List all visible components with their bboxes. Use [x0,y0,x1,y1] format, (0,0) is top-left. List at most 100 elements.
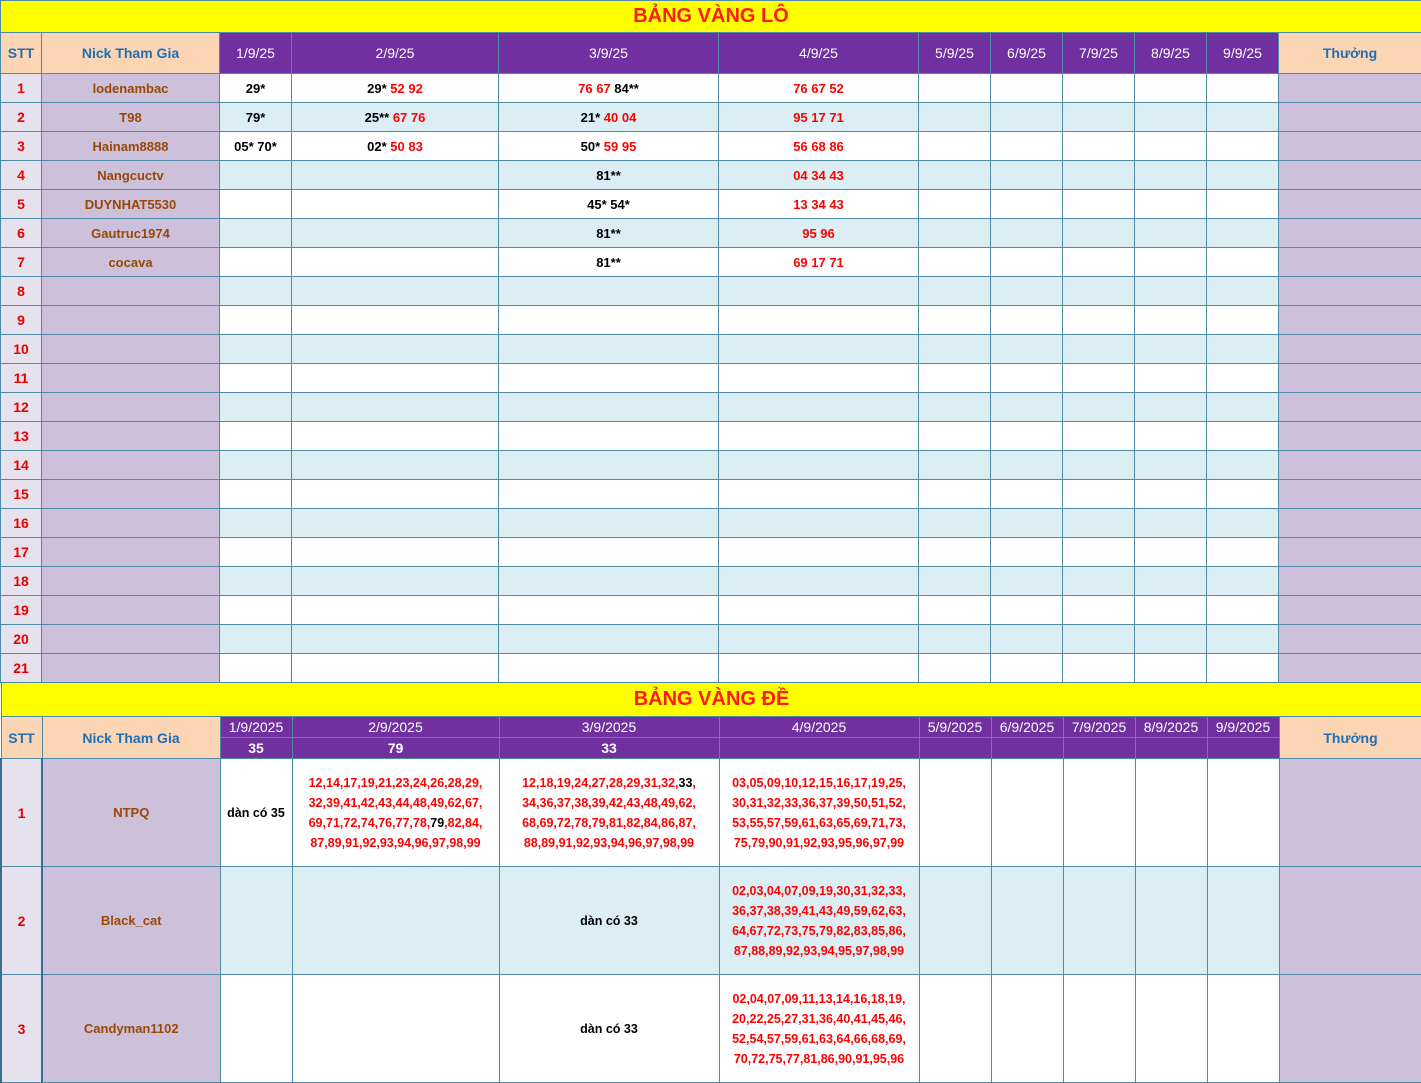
reward-cell [1278,160,1421,190]
entry-text: 68,69,72,78,79,81,82,84,86,87, [522,815,696,830]
participant-nick [41,566,220,596]
pick-cell [990,537,1063,567]
pick-cell [918,624,991,654]
reward-cell [1278,566,1421,596]
pick-cell: 25** 67 76 [291,102,499,132]
pick-cell [219,218,292,248]
pick-cell [990,276,1063,306]
result-value [918,737,992,759]
participant-nick: Nangcuctv [41,160,220,190]
entry-text: dàn có 35 [227,805,285,820]
nick-header: Nick Tham Gia [41,32,220,74]
reward-cell [1278,363,1421,393]
result-value [1134,737,1208,759]
date-header: 7/9/25 [1062,32,1135,74]
reward-cell [1278,305,1421,335]
entry-text: dàn có 33 [580,1021,638,1036]
participant-nick [41,479,220,509]
date-header: 5/9/25 [918,32,991,74]
pick-cell: 45* 54* [498,189,719,219]
date-header: 4/9/2025 [718,716,920,738]
pick-cell [918,974,992,1083]
row-number: 17 [0,537,42,567]
pick-cell [1206,392,1279,422]
entry-text: 59 95 [600,138,637,154]
participant-nick [41,624,220,654]
pick-cell [990,508,1063,538]
pick-cell [1134,508,1207,538]
participant-nick: cocava [41,247,220,277]
entry-text: 04 34 43 [793,167,844,183]
pick-cell [1206,276,1279,306]
pick-cell [498,421,719,451]
pick-cell: 56 68 86 [718,131,919,161]
pick-cell [1206,537,1279,567]
pick-cell: 81** [498,218,719,248]
pick-cell [291,247,499,277]
entry-text: 32,39,41,42,43,44,48,49,62,67, [308,795,483,810]
pick-cell [219,974,293,1083]
pick-cell [918,866,992,975]
pick-cell [990,247,1063,277]
entry-text: 02* [367,138,387,154]
pick-cell [718,624,919,654]
reward-cell [1278,218,1421,248]
pick-cell [1206,102,1279,132]
pick-cell [1134,189,1207,219]
pick-cell [718,305,919,335]
entry-text: 12,18,19,24,27,28,29,31,32, [522,775,679,790]
reward-cell [1278,537,1421,567]
participant-nick: Hainam8888 [41,131,220,161]
entry-text: 12,14,17,19,21,23,24,26,28,29, [308,775,483,790]
pick-cell [219,653,292,683]
reward-cell [1278,73,1421,103]
pick-cell [990,421,1063,451]
entry-text: 13 34 43 [793,196,844,212]
entry-text: 95 96 [802,225,835,241]
table-row: 1 NTPQ dàn có 35 12,14,17,19,21,23,24,26,28… [0,758,1421,867]
pick-cell [498,334,719,364]
table-row: 12 [0,392,1421,422]
reward-cell [1278,866,1421,975]
pick-cell [1134,866,1208,975]
pick-cell [1062,624,1135,654]
pick-cell [219,866,293,975]
entry-text: 45* 54* [587,196,630,212]
pick-cell [498,305,719,335]
pick-cell: 03,05,09,10,12,15,16,17,19,25, 30,31,32,3… [718,758,920,867]
participant-nick: lodenambac [41,73,220,103]
pick-cell [291,421,499,451]
pick-cell: 12,18,19,24,27,28,29,31,32,33, 34,36,37,3… [498,758,720,867]
entry-text: 34,36,37,38,39,42,43,48,49,62, [522,795,696,810]
pick-cell [1062,974,1136,1083]
pick-cell [718,508,919,538]
row-number: 7 [0,247,42,277]
participant-nick: Candyman1102 [41,974,221,1083]
table-row: 10 [0,334,1421,364]
reward-cell [1278,450,1421,480]
date-header: 9/9/25 [1206,32,1279,74]
pick-cell [918,102,991,132]
pick-cell [219,624,292,654]
pick-cell [718,537,919,567]
pick-cell [990,624,1063,654]
reward-cell [1278,334,1421,364]
pick-cell [1062,479,1135,509]
table-row: 3 Candyman1102 dàn có 33 02,04,07,09,11,13,… [0,974,1421,1083]
pick-cell [291,160,499,190]
pick-cell [1206,160,1279,190]
pick-cell [1206,73,1279,103]
pick-cell: 02,04,07,09,11,13,14,16,18,19, 20,22,25,2… [718,974,920,1083]
entry-text: 50 83 [386,138,423,154]
table-row: 3 Hainam8888 05* 70* 02* 50 83 50* 59 95 56 6… [0,131,1421,161]
entry-text: 52,54,57,59,61,63,64,66,68,69, [732,1031,906,1046]
participant-nick [41,595,220,625]
pick-cell [990,363,1063,393]
pick-cell [1134,758,1208,867]
pick-cell [291,974,500,1083]
pick-cell [1134,421,1207,451]
pick-cell [1206,363,1279,393]
entry-text: 29* [245,80,266,96]
participant-nick: T98 [41,102,220,132]
pick-cell: dàn có 33 [498,974,720,1083]
